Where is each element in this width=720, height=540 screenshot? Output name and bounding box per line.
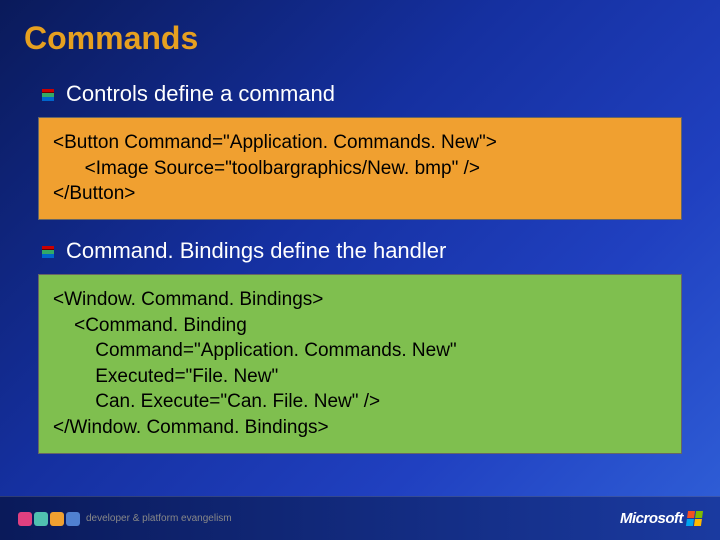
code-block-2: <Window. Command. Bindings> <Command. Bi… (38, 274, 682, 454)
code-block-1: <Button Command="Application. Commands. … (38, 117, 682, 220)
slide-title: Commands (24, 20, 696, 57)
footer-left: developer & platform evangelism (18, 512, 232, 526)
evangelism-logo-icon (18, 512, 80, 526)
footer-bar: developer & platform evangelism Microsof… (0, 496, 720, 540)
bullet-text-1: Controls define a command (66, 81, 335, 107)
footer-tagline: developer & platform evangelism (86, 513, 232, 524)
slide: Commands Controls define a command <Butt… (0, 0, 720, 540)
bullet-icon (42, 89, 54, 101)
bullet-icon (42, 246, 54, 258)
bullet-item-2: Command. Bindings define the handler (42, 238, 696, 264)
bullet-item-1: Controls define a command (42, 81, 696, 107)
windows-flag-icon (686, 511, 703, 526)
microsoft-logo: Microsoft (620, 510, 702, 527)
microsoft-wordmark: Microsoft (620, 510, 683, 527)
bullet-text-2: Command. Bindings define the handler (66, 238, 446, 264)
